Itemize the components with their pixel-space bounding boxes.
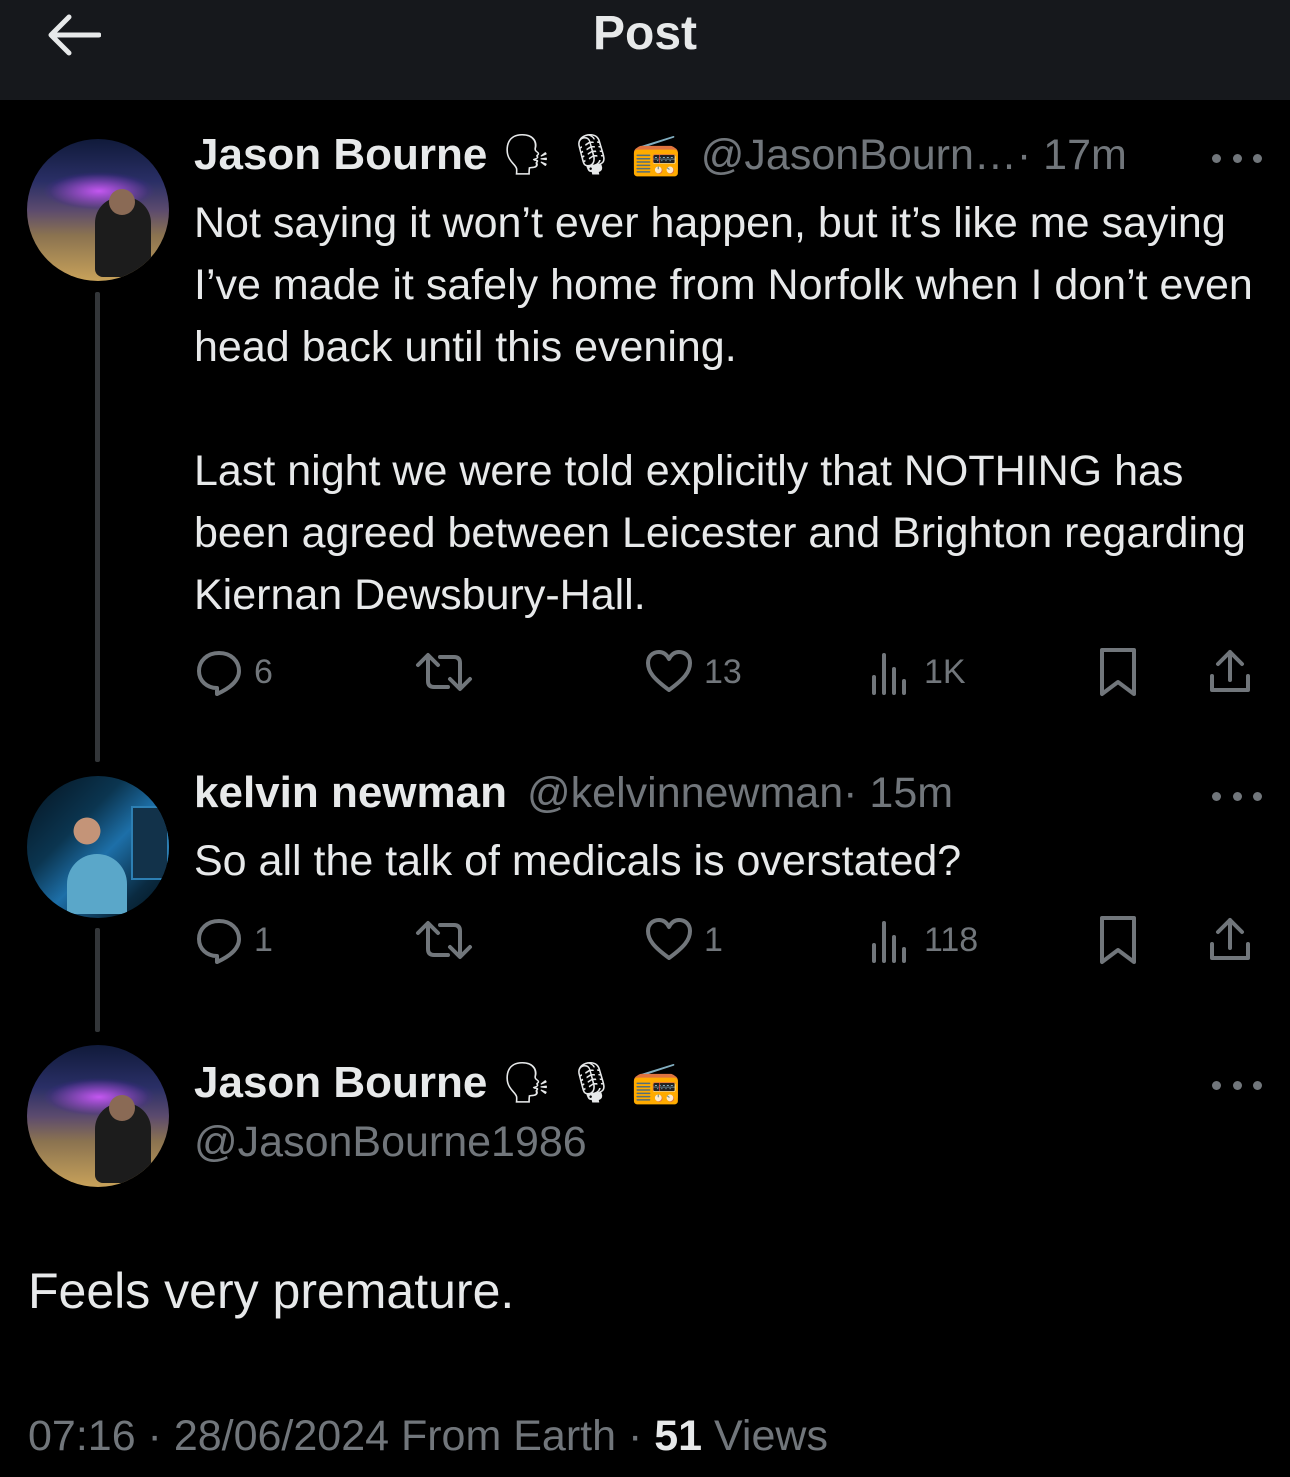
speaking-head-icon: 🗣 (501, 1061, 553, 1105)
tweet-text: Not saying it won’t ever happen, but it’… (194, 199, 1253, 619)
views-count[interactable]: 51 (654, 1412, 702, 1460)
tweet2-header: kelvin newman @kelvinnewman · 15m (194, 768, 953, 818)
view-count: 118 (924, 920, 979, 959)
display-name[interactable]: Jason Bourne (194, 130, 487, 180)
bookmark-icon (1100, 648, 1136, 696)
timestamp[interactable]: · 15m (843, 769, 953, 818)
more-options-icon[interactable] (1212, 148, 1262, 168)
view-count: 1K (924, 652, 966, 691)
speaking-head-icon: 🗣 (501, 133, 553, 177)
reply-icon (197, 651, 241, 696)
like-button[interactable]: 1 (644, 910, 723, 970)
share-button[interactable] (1206, 642, 1254, 702)
analytics-icon (872, 921, 906, 963)
action-bar: 1 1 118 (194, 910, 1264, 970)
reply-count: 1 (254, 920, 273, 959)
share-icon (1210, 650, 1250, 692)
like-button[interactable]: 13 (644, 642, 742, 702)
focus-header: Jason Bourne 🗣 🎙 📻 (194, 1058, 681, 1108)
page-title: Post (592, 7, 697, 60)
bookmark-button[interactable] (1096, 910, 1140, 970)
handle[interactable]: @kelvinnewman (527, 769, 843, 818)
display-name[interactable]: kelvin newman (194, 768, 507, 818)
timestamp[interactable]: · 17m (1017, 131, 1127, 180)
avatar[interactable] (27, 139, 169, 281)
views-label: Views (702, 1412, 828, 1460)
thread-line (95, 292, 100, 762)
tweet1-header: Jason Bourne 🗣 🎙 📻 @JasonBourn… · 17m (194, 130, 1127, 180)
repost-icon (416, 921, 472, 959)
views-button[interactable]: 118 (870, 910, 978, 970)
tweet-text: So all the talk of medicals is overstate… (194, 837, 962, 885)
repost-button[interactable] (414, 642, 474, 702)
repost-button[interactable] (414, 910, 474, 970)
radio-icon: 📻 (630, 133, 681, 177)
tweet-text: Feels very premature. (28, 1263, 515, 1319)
radio-icon: 📻 (630, 1061, 681, 1105)
bookmark-button[interactable] (1096, 642, 1140, 702)
more-options-icon[interactable] (1212, 1075, 1262, 1095)
thread-line (95, 928, 100, 1032)
like-count: 13 (704, 652, 742, 691)
display-name[interactable]: Jason Bourne (194, 1058, 487, 1108)
focus-handle-row: @JasonBourne1986 (194, 1118, 587, 1167)
analytics-icon (872, 653, 906, 695)
heart-icon (646, 650, 692, 692)
microphone-icon: 🎙 (566, 133, 617, 177)
like-count: 1 (704, 920, 723, 959)
avatar[interactable] (27, 1045, 169, 1187)
action-bar: 6 13 1K (194, 642, 1264, 702)
share-icon (1210, 918, 1250, 960)
repost-icon (416, 653, 472, 691)
top-bar: Post (0, 0, 1290, 100)
heart-icon (646, 918, 692, 960)
avatar[interactable] (27, 776, 169, 918)
microphone-icon: 🎙 (566, 1061, 617, 1105)
post-meta: 07:16 · 28/06/2024 From Earth · 51 Views (28, 1412, 828, 1461)
views-button[interactable]: 1K (870, 642, 966, 702)
post-time[interactable]: 07:16 · 28/06/2024 From Earth · (28, 1412, 654, 1460)
reply-button[interactable]: 1 (194, 910, 273, 970)
reply-icon (197, 919, 241, 964)
bookmark-icon (1100, 916, 1136, 964)
reply-count: 6 (254, 652, 273, 691)
handle[interactable]: @JasonBourn… (701, 131, 1017, 180)
share-button[interactable] (1206, 910, 1254, 970)
handle[interactable]: @JasonBourne1986 (194, 1118, 587, 1167)
more-options-icon[interactable] (1212, 786, 1262, 806)
reply-button[interactable]: 6 (194, 642, 273, 702)
